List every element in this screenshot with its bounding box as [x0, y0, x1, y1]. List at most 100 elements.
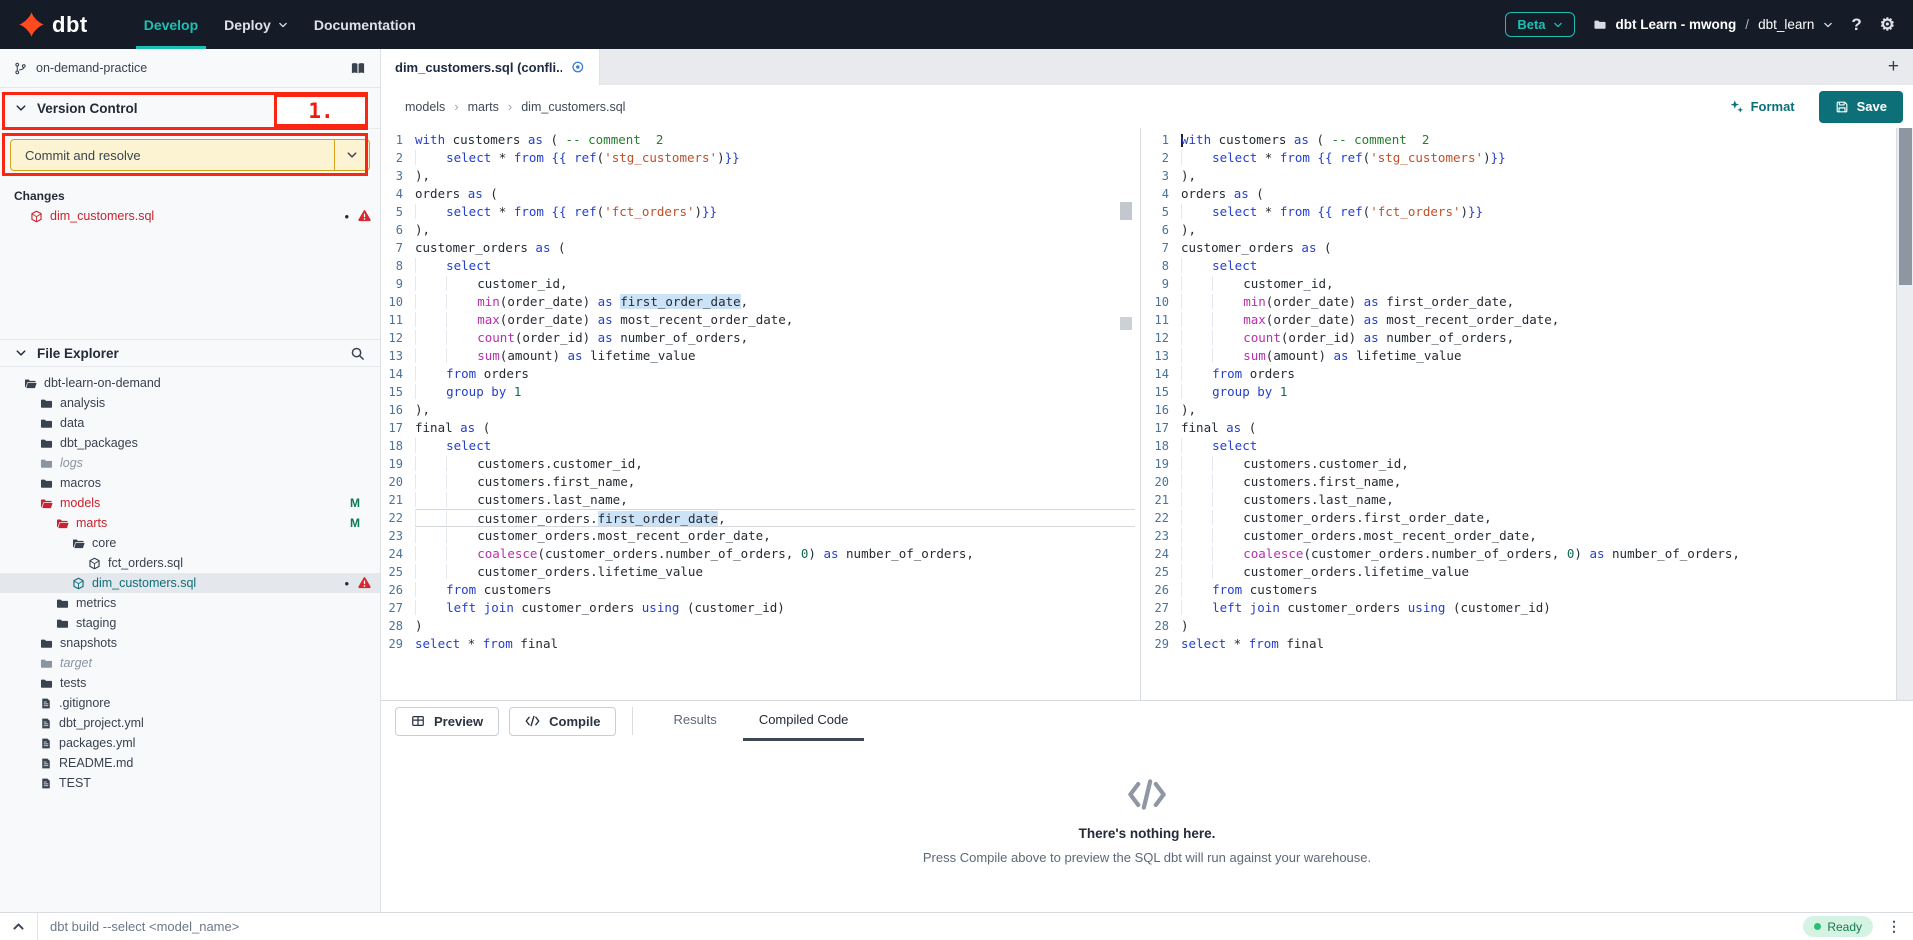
code-line-7: 7customer_orders as ( — [381, 239, 1135, 257]
folder-icon — [1593, 18, 1607, 31]
folder-open-icon — [56, 517, 69, 530]
tree-item-fct_orders.sql[interactable]: fct_orders.sql — [0, 553, 380, 573]
tree-item-dbt-learn-on-demand[interactable]: dbt-learn-on-demand — [0, 373, 380, 393]
version-control-header[interactable]: Version Control — [0, 88, 380, 129]
save-button[interactable]: Save — [1819, 91, 1903, 123]
branch-row[interactable]: on-demand-practice — [0, 49, 380, 88]
tree-item-packages.yml[interactable]: packages.yml — [0, 733, 380, 753]
code-line-25: 25 customer_orders.lifetime_value — [1147, 563, 1896, 581]
tree-item-target[interactable]: target — [0, 653, 380, 673]
changes-section-title: Changes — [0, 183, 380, 205]
tree-item-tests[interactable]: tests — [0, 673, 380, 693]
commit-and-resolve-button[interactable]: Commit and resolve — [10, 139, 370, 171]
format-button[interactable]: Format — [1729, 99, 1795, 114]
tree-item-.gitignore[interactable]: .gitignore — [0, 693, 380, 713]
nav-deploy[interactable]: Deploy — [224, 0, 288, 49]
code-line-14: 14 from orders — [1147, 365, 1896, 383]
tree-item-marts[interactable]: martsM — [0, 513, 380, 533]
editor-pane-right[interactable]: 1with customers as ( -- comment 22 selec… — [1147, 128, 1896, 700]
code-line-16: 16), — [381, 401, 1135, 419]
code-line-29: 29select * from final — [381, 635, 1135, 653]
chevron-down-icon — [15, 102, 27, 114]
folder-icon — [40, 477, 53, 490]
code-line-6: 6), — [1147, 221, 1896, 239]
code-line-21: 21 customers.last_name, — [381, 491, 1135, 509]
code-line-5: 5 select * from {{ ref('fct_orders')}} — [1147, 203, 1896, 221]
branch-name: on-demand-practice — [36, 61, 147, 75]
help-icon[interactable]: ? — [1851, 15, 1861, 35]
commit-options-dropdown[interactable] — [335, 149, 369, 161]
tree-item-data[interactable]: data — [0, 413, 380, 433]
folder-icon — [40, 417, 53, 430]
breadcrumb-marts[interactable]: marts — [468, 100, 499, 114]
model-cube-icon — [72, 577, 85, 590]
tree-item-logs[interactable]: logs — [0, 453, 380, 473]
tree-item-README.md[interactable]: README.md — [0, 753, 380, 773]
code-line-23: 23 customer_orders.most_recent_order_dat… — [381, 527, 1135, 545]
chevron-up-icon[interactable] — [12, 920, 25, 933]
command-input[interactable] — [50, 919, 1803, 934]
sparkle-icon — [1729, 99, 1744, 114]
code-line-26: 26 from customers — [381, 581, 1135, 599]
code-line-27: 27 left join customer_orders using (cust… — [1147, 599, 1896, 617]
tree-item-core[interactable]: core — [0, 533, 380, 553]
preview-button[interactable]: Preview — [395, 707, 499, 736]
tab-results[interactable]: Results — [657, 701, 732, 741]
project-selector[interactable]: dbt Learn - mwong / dbt_learn — [1593, 17, 1834, 32]
table-icon — [411, 714, 425, 728]
dbt-logo[interactable]: dbt — [18, 11, 88, 38]
status-badge: Ready — [1803, 916, 1873, 937]
beta-dropdown[interactable]: Beta — [1505, 12, 1574, 37]
code-line-28: 28) — [381, 617, 1135, 635]
tab-compiled-code[interactable]: Compiled Code — [743, 701, 865, 741]
chevron-down-icon — [346, 149, 358, 161]
code-line-28: 28) — [1147, 617, 1896, 635]
tree-item-dbt_packages[interactable]: dbt_packages — [0, 433, 380, 453]
settings-gear-icon[interactable]: ⚙ — [1880, 15, 1895, 35]
code-line-16: 16), — [1147, 401, 1896, 419]
code-line-8: 8 select — [381, 257, 1135, 275]
code-line-20: 20 customers.first_name, — [1147, 473, 1896, 491]
tab-dim-customers[interactable]: dim_customers.sql (confli... — [381, 49, 600, 85]
file-explorer-title: File Explorer — [37, 346, 119, 361]
compile-button[interactable]: Compile — [509, 707, 616, 736]
code-line-19: 19 customers.customer_id, — [381, 455, 1135, 473]
nav-documentation[interactable]: Documentation — [314, 0, 416, 49]
tree-item-macros[interactable]: macros — [0, 473, 380, 493]
folder-icon — [40, 657, 53, 670]
editor-scrollbar[interactable] — [1896, 128, 1913, 700]
code-line-17: 17final as ( — [381, 419, 1135, 437]
pane-divider[interactable] — [1135, 128, 1147, 700]
tree-item-staging[interactable]: staging — [0, 613, 380, 633]
chevron-down-icon — [15, 347, 27, 359]
code-brackets-icon — [1126, 777, 1168, 812]
tree-item-models[interactable]: modelsM — [0, 493, 380, 513]
file-explorer-header[interactable]: File Explorer — [0, 339, 380, 367]
new-tab-button[interactable]: + — [1874, 56, 1913, 78]
search-icon[interactable] — [350, 346, 365, 361]
editor-pane-left[interactable]: 1with customers as ( -- comment 22 selec… — [381, 128, 1135, 700]
kebab-menu-icon[interactable]: ⋮ — [1887, 918, 1901, 935]
code-line-14: 14 from orders — [381, 365, 1135, 383]
docs-book-icon[interactable] — [350, 61, 366, 76]
command-bar: Ready ⋮ — [0, 912, 1913, 940]
tree-item-TEST[interactable]: TEST — [0, 773, 380, 793]
code-line-7: 7customer_orders as ( — [1147, 239, 1896, 257]
tree-item-analysis[interactable]: analysis — [0, 393, 380, 413]
breadcrumb-models[interactable]: models — [405, 100, 445, 114]
modified-indicator-icon — [571, 60, 585, 74]
nav-develop[interactable]: Develop — [144, 0, 198, 49]
file-icon — [40, 697, 52, 710]
code-line-10: 10 min(order_date) as first_order_date, — [381, 293, 1135, 311]
breadcrumb-file[interactable]: dim_customers.sql — [521, 100, 625, 114]
tree-item-snapshots[interactable]: snapshots — [0, 633, 380, 653]
scrollbar-thumb[interactable] — [1899, 128, 1912, 285]
scroll-marker — [1120, 317, 1132, 330]
changed-file-dim-customers[interactable]: dim_customers.sql • — [0, 205, 380, 227]
tree-item-dim_customers.sql[interactable]: dim_customers.sql• — [0, 573, 380, 593]
code-line-3: 3), — [1147, 167, 1896, 185]
code-line-2: 2 select * from {{ ref('stg_customers')}… — [1147, 149, 1896, 167]
tree-item-dbt_project.yml[interactable]: dbt_project.yml — [0, 713, 380, 733]
conflict-warning-icon — [357, 576, 372, 590]
tree-item-metrics[interactable]: metrics — [0, 593, 380, 613]
